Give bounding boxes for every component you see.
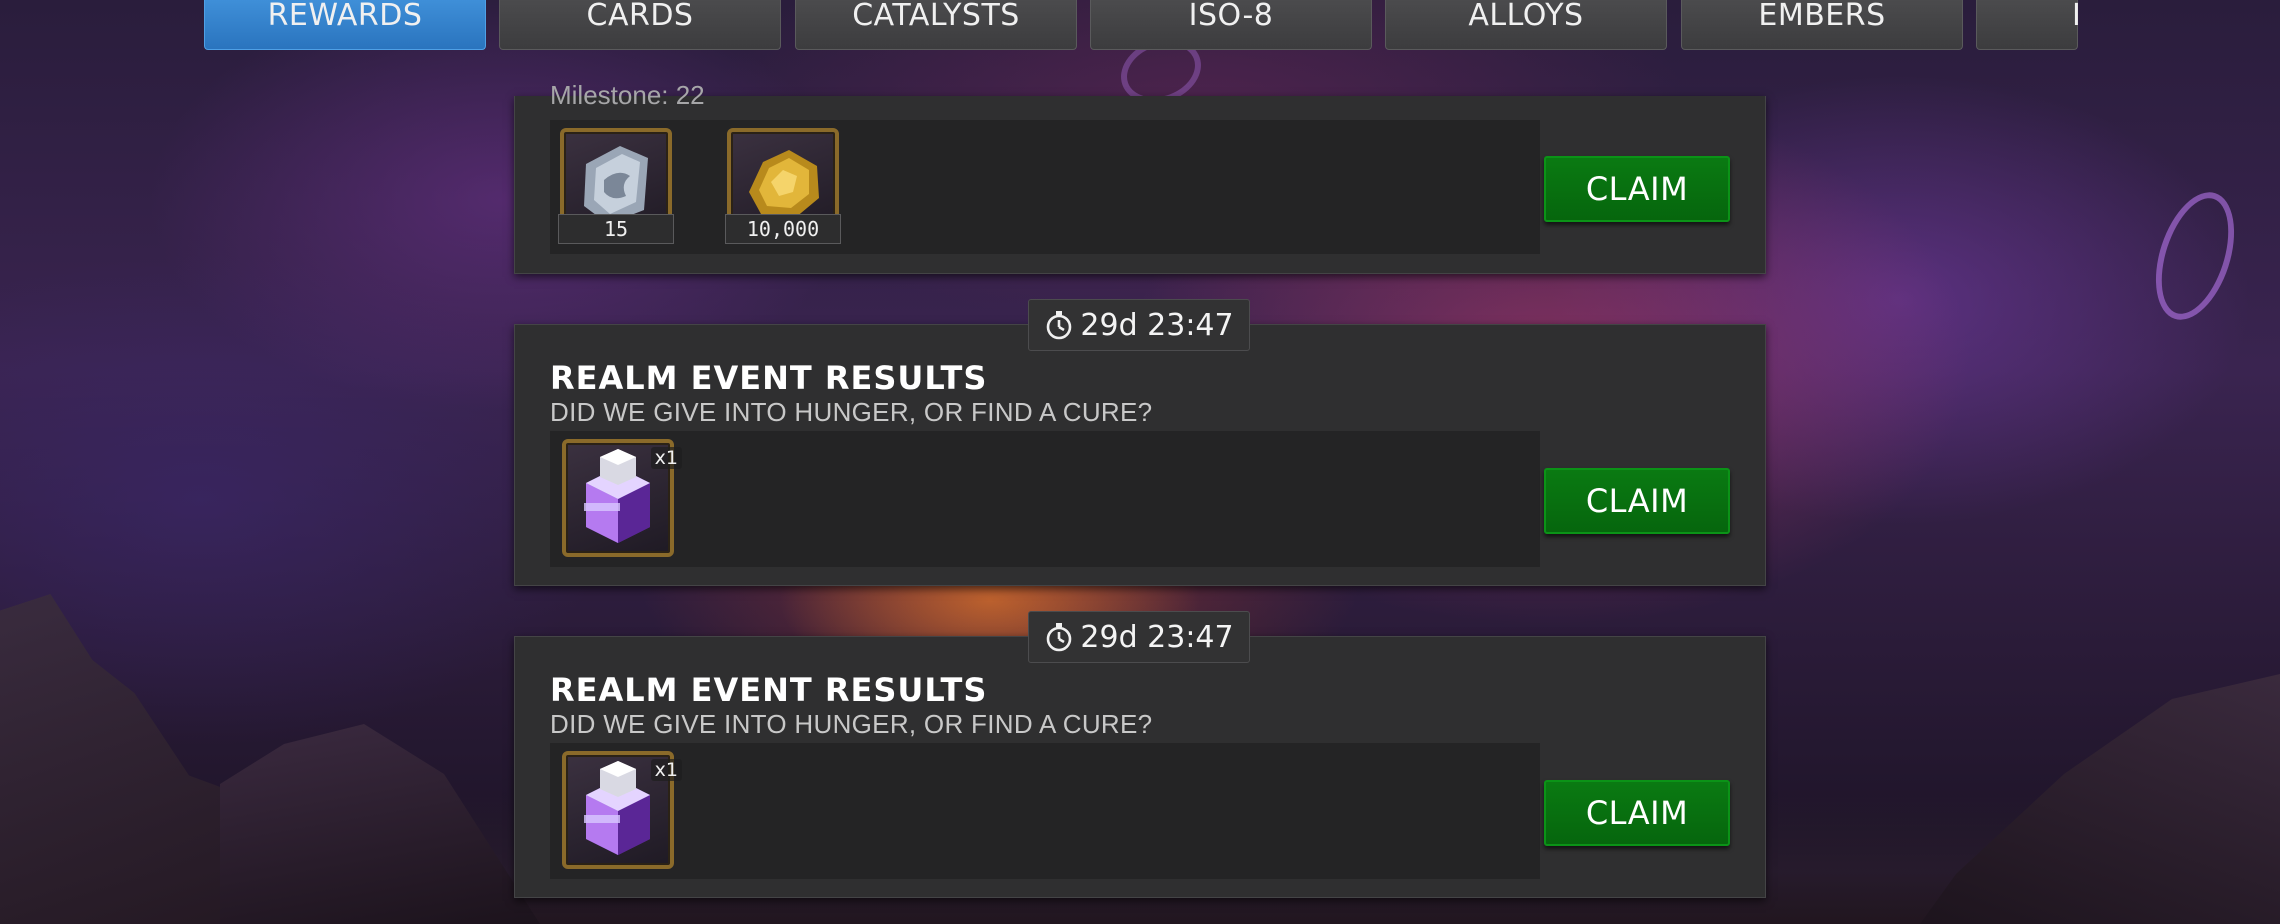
reward-item[interactable]: x1 bbox=[562, 439, 682, 557]
stopwatch-icon bbox=[1047, 311, 1072, 340]
tab-label: ISO-8 bbox=[1188, 0, 1274, 33]
tab-label: REWARDS bbox=[267, 0, 423, 33]
item-multiplier: x1 bbox=[650, 447, 682, 469]
tab-more[interactable]: I bbox=[1976, 0, 2082, 50]
tab-iso-8[interactable]: ISO-8 bbox=[1090, 0, 1372, 50]
item-quantity: 15 bbox=[558, 214, 674, 244]
tab-rewards[interactable]: REWARDS bbox=[204, 0, 486, 50]
reward-items-area: x1 bbox=[550, 743, 1540, 879]
tab-label: ALLOYS bbox=[1468, 0, 1584, 33]
reward-items-area: 15 10,000 bbox=[550, 120, 1540, 254]
claim-button[interactable]: CLAIM bbox=[1544, 156, 1730, 222]
reward-item[interactable]: 10,000 bbox=[725, 128, 841, 244]
panel-title: REALM EVENT RESULTS bbox=[550, 671, 988, 709]
reward-panel: Milestone: 22 15 10,000 CLAIM bbox=[514, 80, 1766, 274]
tab-embers[interactable]: EMBERS bbox=[1681, 0, 1963, 50]
item-quantity: 10,000 bbox=[725, 214, 841, 244]
milestone-label: Milestone: 22 bbox=[550, 80, 705, 110]
panel-title: REALM EVENT RESULTS bbox=[550, 359, 988, 397]
claim-button[interactable]: CLAIM bbox=[1544, 780, 1730, 846]
stopwatch-icon bbox=[1047, 623, 1072, 652]
timer-badge: 29d 23:47 bbox=[1028, 299, 1250, 351]
timer-badge: 29d 23:47 bbox=[1028, 611, 1250, 663]
tab-alloys[interactable]: ALLOYS bbox=[1385, 0, 1667, 50]
panel-subtitle: DID WE GIVE INTO HUNGER, OR FIND A CURE? bbox=[550, 709, 1153, 739]
reward-panel: REALM EVENT RESULTS DID WE GIVE INTO HUN… bbox=[514, 324, 1766, 586]
category-tab-bar: REWARDS CARDS CATALYSTS ISO-8 ALLOYS EMB… bbox=[0, 0, 2280, 52]
tab-label: I bbox=[2072, 0, 2082, 33]
tab-catalysts[interactable]: CATALYSTS bbox=[795, 0, 1077, 50]
timer-text: 29d 23:47 bbox=[1080, 307, 1234, 343]
reward-items-area: x1 bbox=[550, 431, 1540, 567]
reward-panel: REALM EVENT RESULTS DID WE GIVE INTO HUN… bbox=[514, 636, 1766, 898]
panel-subtitle: DID WE GIVE INTO HUNGER, OR FIND A CURE? bbox=[550, 397, 1153, 427]
tab-cards[interactable]: CARDS bbox=[499, 0, 781, 50]
claim-button[interactable]: CLAIM bbox=[1544, 468, 1730, 534]
reward-item[interactable]: x1 bbox=[562, 751, 682, 869]
tab-label: CATALYSTS bbox=[852, 0, 1020, 33]
tab-label: EMBERS bbox=[1758, 0, 1886, 33]
reward-item[interactable]: 15 bbox=[558, 128, 674, 244]
item-multiplier: x1 bbox=[650, 759, 682, 781]
tab-label: CARDS bbox=[586, 0, 694, 33]
timer-text: 29d 23:47 bbox=[1080, 619, 1234, 655]
